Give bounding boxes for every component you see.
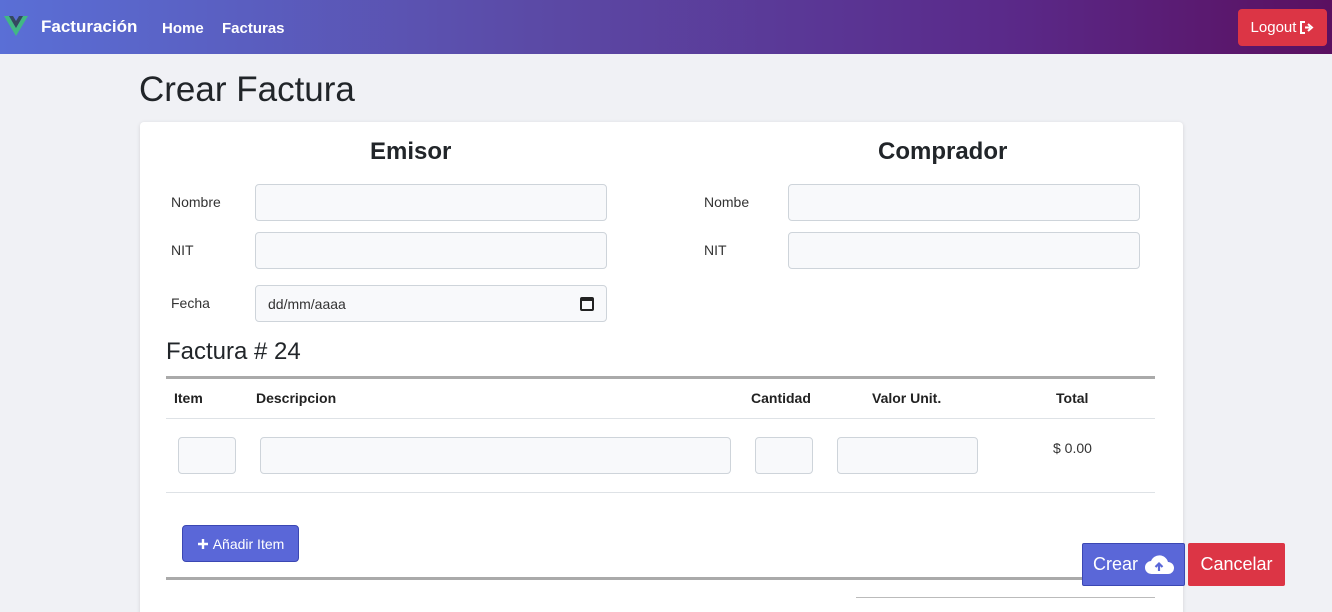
emisor-name-label: Nombre [171,194,221,210]
add-item-label: Añadir Item [212,535,285,552]
col-header-item: Item [174,390,203,406]
invoice-number: Factura # 24 [166,338,301,365]
emisor-date-label: Fecha [171,295,210,311]
invoice-form-card: Emisor Nombre NIT Fecha dd/mm/aaaa Compr… [140,122,1183,612]
page-title: Crear Factura [139,70,355,109]
cancel-button[interactable]: Cancelar [1188,543,1285,586]
row-divider [166,492,1155,493]
comprador-heading: Comprador [878,138,1008,165]
col-header-total: Total [1056,390,1089,406]
comprador-nit-label: NIT [704,242,727,258]
logout-label: Logout [1250,19,1297,36]
create-button[interactable]: Crear [1082,543,1185,586]
emisor-nit-label: NIT [171,242,194,258]
create-label: Crear [1092,554,1138,574]
plus-icon [197,538,208,549]
date-placeholder: dd/mm/aaaa [268,295,346,312]
cantidad-input[interactable] [755,437,813,474]
sign-out-icon [1300,21,1314,34]
table-bottom-rule [166,577,1155,580]
row-total: $ 0.00 [1053,440,1092,456]
logout-button[interactable]: Logout [1238,9,1327,46]
col-header-valor-unit: Valor Unit. [872,390,942,406]
comprador-name-label: Nombe [704,194,750,210]
brand-title[interactable]: Facturación [41,17,137,37]
emisor-heading: Emisor [370,138,452,165]
valor-unit-input[interactable] [837,437,978,474]
vue-logo-icon[interactable] [4,14,28,38]
descripcion-input[interactable] [260,437,731,474]
nav-link-home[interactable]: Home [162,20,204,37]
col-header-cantidad: Cantidad [751,390,811,406]
calendar-icon[interactable] [580,296,594,311]
col-header-descripcion: Descripcion [256,390,337,406]
comprador-name-input[interactable] [788,184,1140,221]
table-top-rule [166,376,1155,379]
cloud-upload-icon [1144,554,1174,574]
cancel-label: Cancelar [1200,554,1273,574]
summary-rule [856,597,1155,598]
emisor-nit-input[interactable] [255,232,607,269]
comprador-nit-input[interactable] [788,232,1140,269]
nav-link-facturas[interactable]: Facturas [222,20,285,37]
header-divider [166,418,1155,419]
add-item-button[interactable]: Añadir Item [182,525,299,562]
top-navbar: Facturación Home Facturas Logout [0,0,1332,54]
emisor-date-input[interactable]: dd/mm/aaaa [255,285,607,322]
item-input[interactable] [178,437,236,474]
emisor-name-input[interactable] [255,184,607,221]
